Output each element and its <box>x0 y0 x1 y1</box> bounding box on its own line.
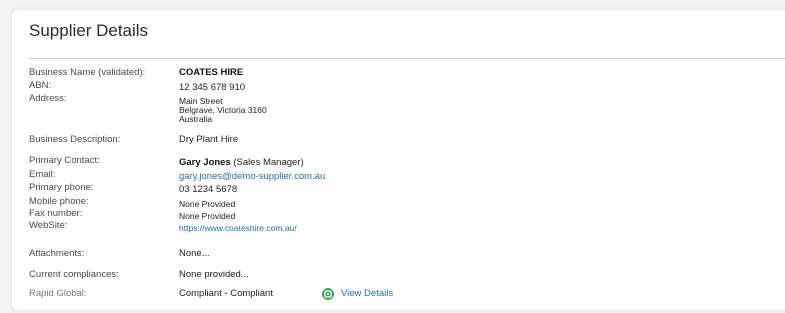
primary-contact-value: Gary Jones (Sales Manager) <box>179 157 304 169</box>
rapid-global-row: Rapid Global: Compliant - Compliant View… <box>29 288 785 300</box>
attachments-value: None... <box>179 248 210 259</box>
address-row: Address: Main Street Belgrave, Victoria … <box>29 93 785 129</box>
attachments-label: Attachments: <box>29 248 85 259</box>
primary-phone-value: 03 1234 5678 <box>179 184 238 195</box>
email-row: Email: gary.jones@demo-supplier.com.au <box>29 169 785 182</box>
description-value: Dry Plant Hire <box>179 134 239 145</box>
compliances-label: Current compliances: <box>29 269 119 280</box>
primary-phone-label: Primary phone: <box>29 182 94 193</box>
address-line-3: Australia <box>179 114 213 124</box>
description-row: Business Description: Dry Plant Hire <box>29 134 785 146</box>
panel-title: Supplier Details <box>29 21 149 40</box>
business-name-value: COATES HIRE <box>179 67 244 78</box>
primary-contact-label: Primary Contact: <box>29 155 100 166</box>
business-name-label: Business Name (validated): <box>29 67 146 78</box>
compliant-badge-icon <box>322 288 334 300</box>
mobile-phone-row: Mobile phone: None Provided <box>29 196 785 209</box>
website-link[interactable]: https://www.coateshire.com.au/ <box>179 223 297 233</box>
attachments-row: Attachments: None... <box>29 248 785 260</box>
business-name-row: Business Name (validated): COATES HIRE <box>29 67 785 79</box>
compliances-value: None provided... <box>179 269 249 280</box>
rapid-global-status: Compliant - Compliant <box>179 288 273 299</box>
email-label: Email: <box>29 169 56 180</box>
primary-contact-role: (Sales Manager) <box>233 157 304 168</box>
supplier-details-panel: Supplier Details Business Name (validate… <box>12 10 785 310</box>
view-details-link[interactable]: View Details <box>341 288 393 300</box>
mobile-phone-label: Mobile phone: <box>29 196 89 207</box>
primary-phone-row: Primary phone: 03 1234 5678 <box>29 182 785 195</box>
title-divider <box>29 58 785 59</box>
primary-contact-name: Gary Jones <box>179 157 231 168</box>
abn-row: ABN: 12 345 678 910 <box>29 80 785 93</box>
primary-contact-row: Primary Contact: Gary Jones (Sales Manag… <box>29 155 785 169</box>
fax-row: Fax number: None Provided <box>29 208 785 221</box>
rapid-global-label: Rapid Global: <box>29 288 87 299</box>
website-label: WebSite: <box>29 220 68 231</box>
address-label: Address: <box>29 93 67 104</box>
website-row: WebSite: https://www.coateshire.com.au/ <box>29 220 785 233</box>
compliances-row: Current compliances: None provided... <box>29 269 785 281</box>
description-label: Business Description: <box>29 134 121 145</box>
fax-label: Fax number: <box>29 208 83 219</box>
abn-label: ABN: <box>29 80 52 91</box>
